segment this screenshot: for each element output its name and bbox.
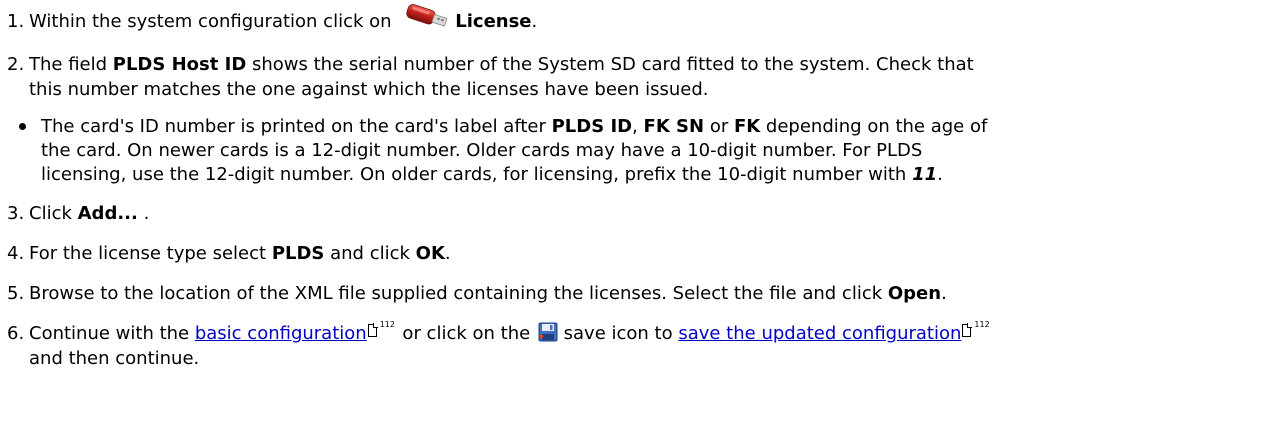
step-text: . xyxy=(137,203,150,224)
bullet-line-2: the card. On newer cards is a 12-digit n… xyxy=(41,140,923,161)
step-text: The field xyxy=(29,54,113,75)
step-text: or click on the xyxy=(396,323,536,344)
ok-label: OK xyxy=(415,243,445,264)
page-icon xyxy=(962,323,973,337)
step-1: 1. Within the system configuration click … xyxy=(0,3,537,34)
step-text: . xyxy=(444,243,451,264)
step-text: . xyxy=(941,283,947,304)
step-text: Continue with the xyxy=(29,323,195,344)
bullet-bold: PLDS ID xyxy=(551,116,633,137)
bullet-bold-italic: 11 xyxy=(912,164,938,185)
bullet-item: The card's ID number is printed on the c… xyxy=(19,115,988,139)
step-text: and click xyxy=(324,243,416,264)
bullet-text: licensing, use the 12-digit number. On o… xyxy=(41,164,913,185)
step-number: 2. xyxy=(7,54,25,75)
step-4: 4. For the license type select PLDS and c… xyxy=(0,242,451,266)
step-text: Click xyxy=(29,203,78,224)
step-2: 2. The field PLDS Host ID shows the seria… xyxy=(0,53,974,77)
bullet-text: or xyxy=(704,116,734,137)
step-6-line-2: and then continue. xyxy=(29,348,200,369)
step-text: Within the system configuration click on xyxy=(29,11,398,32)
license-label: License xyxy=(455,11,532,32)
bullet-line-3: licensing, use the 12-digit number. On o… xyxy=(41,163,943,187)
step-number: 1. xyxy=(7,11,25,32)
page-number: 112 xyxy=(974,320,990,329)
plds-label: PLDS xyxy=(271,243,325,264)
step-number: 4. xyxy=(7,243,25,264)
page-reference[interactable]: 112 xyxy=(961,320,991,341)
step-5: 5. Browse to the location of the XML file… xyxy=(0,282,947,306)
page-reference[interactable]: 112 xyxy=(367,320,397,341)
basic-configuration-link[interactable]: basic configuration xyxy=(195,323,367,344)
bullet-text: depending on the age of xyxy=(760,116,988,137)
step-number: 6. xyxy=(7,323,25,344)
bullet-bold: FK SN xyxy=(643,116,705,137)
page-icon xyxy=(367,323,378,337)
bullet-text: The card's ID number is printed on the c… xyxy=(41,116,552,137)
bullet-text: , xyxy=(632,116,644,137)
step-text: save icon to xyxy=(557,323,679,344)
step-text: Browse to the location of the XML file s… xyxy=(29,283,888,304)
step-3: 3. Click Add... . xyxy=(0,202,149,226)
save-updated-configuration-link[interactable]: save the updated configuration xyxy=(678,323,961,344)
bullet-text: . xyxy=(937,164,943,185)
floppy-disk-save-icon xyxy=(538,322,558,342)
step-text: For the license type select xyxy=(29,243,272,264)
step-text: shows the serial number of the System SD… xyxy=(246,54,974,75)
step-6: 6. Continue with the basic configuration 1… xyxy=(0,320,991,346)
bullet-bold: FK xyxy=(733,116,761,137)
bullet-dot xyxy=(19,123,26,130)
step-number: 5. xyxy=(7,283,25,304)
step-2-line-2: this number matches the one against whic… xyxy=(29,79,709,100)
plds-host-id-label: PLDS Host ID xyxy=(112,54,247,75)
step-text-end: . xyxy=(531,11,538,32)
step-number: 3. xyxy=(7,203,25,224)
page-number: 112 xyxy=(379,320,395,329)
add-label: Add... xyxy=(77,203,138,224)
open-label: Open xyxy=(887,283,942,304)
usb-key-icon xyxy=(403,3,449,33)
